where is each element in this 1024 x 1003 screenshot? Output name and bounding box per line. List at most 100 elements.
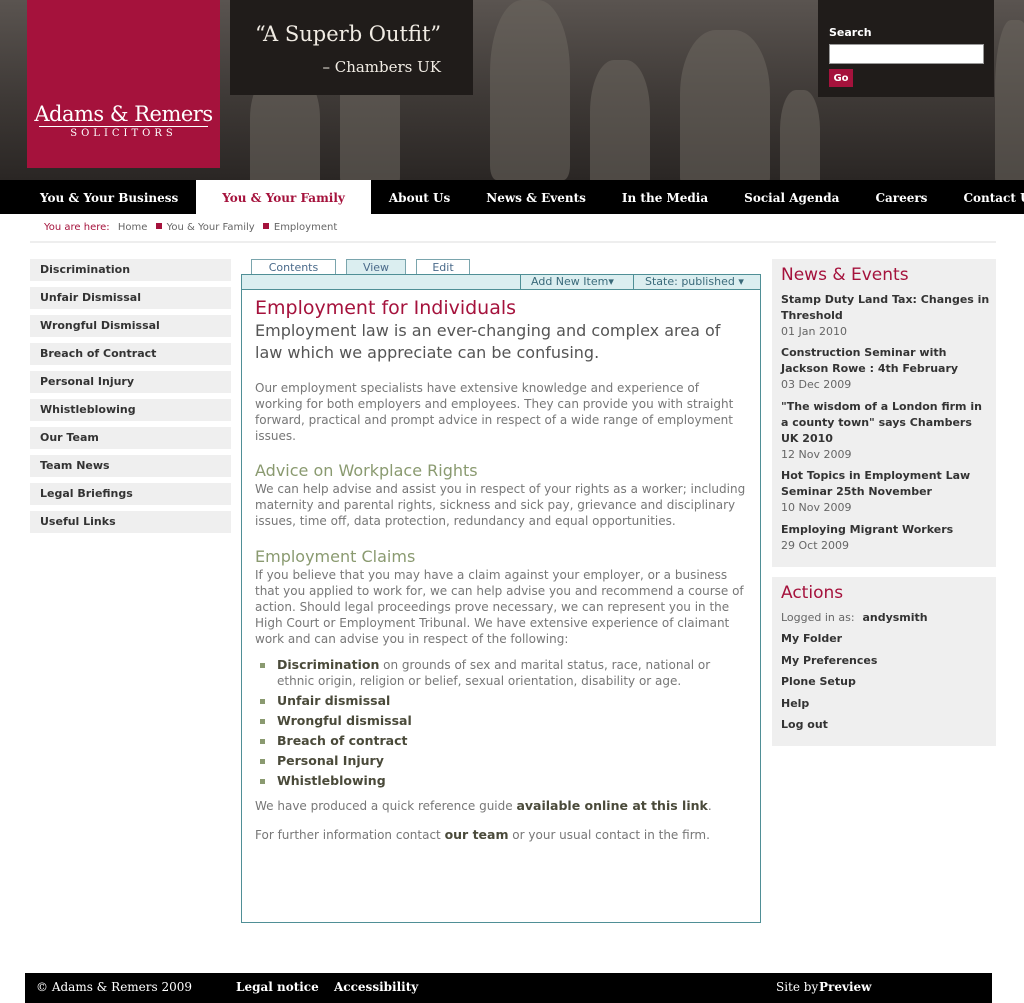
site-logo[interactable]: Adams & Remers SOLICITORS (27, 0, 220, 168)
logged-in-row: Logged in as: andysmith (781, 611, 928, 624)
breadcrumb-family[interactable]: You & Your Family (167, 222, 255, 233)
heading-advice: Advice on Workplace Rights (255, 461, 478, 480)
breadcrumb-divider (30, 241, 996, 243)
nav-careers[interactable]: Careers (857, 180, 945, 214)
background-figure (995, 20, 1024, 180)
news-heading: News & Events (781, 265, 909, 285)
news-item-title[interactable]: Hot Topics in Employment Law Seminar 25t… (781, 468, 991, 500)
actionbar-divider (633, 275, 634, 289)
leftnav-item-our-team[interactable]: Our Team (30, 427, 231, 449)
list-item-wrongful-dismissal: Wrongful dismissal (277, 713, 412, 728)
news-item-title[interactable]: Employing Migrant Workers (781, 522, 991, 538)
our-team-link[interactable]: our team (445, 827, 509, 842)
tab-contents[interactable]: Contents (251, 259, 336, 275)
list-item-breach-of-contract: Breach of contract (277, 733, 408, 748)
content-body: Employment for Individuals Employment la… (255, 297, 750, 843)
header-banner: Adams & Remers SOLICITORS “A Superb Outf… (0, 0, 1024, 180)
news-item-date: 01 Jan 2010 (781, 325, 847, 338)
footer-preview-link[interactable]: Preview (819, 980, 871, 994)
news-item[interactable]: Employing Migrant Workers 29 Oct 2009 (781, 522, 991, 553)
leftnav-item-wrongful-dismissal[interactable]: Wrongful Dismissal (30, 315, 231, 337)
intro-paragraph: Our employment specialists have extensiv… (255, 381, 734, 443)
leftnav-item-discrimination[interactable]: Discrimination (30, 259, 231, 281)
list-item: Breach of contract (260, 733, 750, 749)
leftnav-item-breach-of-contract[interactable]: Breach of Contract (30, 343, 231, 365)
breadcrumb-prefix: You are here: (44, 222, 110, 233)
state-menu[interactable]: State: published ▾ (645, 275, 744, 289)
list-item-whistleblowing: Whistleblowing (277, 773, 386, 788)
guide-text-end: . (707, 799, 712, 813)
news-item[interactable]: "The wisdom of a London firm in a county… (781, 399, 991, 462)
search-label: Search (829, 26, 872, 39)
leftnav-item-whistleblowing[interactable]: Whistleblowing (30, 399, 231, 421)
news-item-date: 12 Nov 2009 (781, 448, 852, 461)
log-out-link[interactable]: Log out (781, 718, 828, 731)
background-figure (490, 0, 570, 180)
footer-copyright: © Adams & Remers 2009 (36, 980, 193, 994)
add-new-item-menu[interactable]: Add New Item▾ (531, 275, 614, 289)
my-preferences-link[interactable]: My Preferences (781, 654, 877, 667)
search-input[interactable] (829, 44, 984, 64)
news-item-date: 03 Dec 2009 (781, 378, 852, 391)
news-item[interactable]: Stamp Duty Land Tax: Changes in Threshol… (781, 292, 991, 339)
logo-name: Adams & Remers (34, 102, 213, 126)
list-item: Unfair dismissal (260, 693, 750, 709)
claims-paragraph: If you believe that you may have a claim… (255, 568, 744, 646)
help-link[interactable]: Help (781, 697, 809, 710)
footer-legal-notice[interactable]: Legal notice (236, 980, 319, 994)
nav-you-your-family[interactable]: You & Your Family (196, 180, 371, 214)
main-nav: You & Your Business You & Your Family Ab… (0, 180, 1024, 214)
claims-list: Discrimination on grounds of sex and mar… (260, 657, 750, 789)
nav-news-events[interactable]: News & Events (468, 180, 604, 214)
logo-subtitle: SOLICITORS (70, 128, 177, 139)
news-item-date: 29 Oct 2009 (781, 539, 850, 552)
background-figure (680, 30, 770, 180)
list-item: Wrongful dismissal (260, 713, 750, 729)
nav-about-us[interactable]: About Us (371, 180, 468, 214)
plone-setup-link[interactable]: Plone Setup (781, 675, 856, 688)
breadcrumb-home[interactable]: Home (118, 222, 148, 233)
news-portlet: News & Events Stamp Duty Land Tax: Chang… (772, 259, 996, 567)
nav-social-agenda[interactable]: Social Agenda (726, 180, 857, 214)
news-item-title[interactable]: Stamp Duty Land Tax: Changes in Threshol… (781, 292, 991, 324)
leftnav-item-useful-links[interactable]: Useful Links (30, 511, 231, 533)
quote-attribution: – Chambers UK (322, 58, 441, 76)
list-item: Personal Injury (260, 753, 750, 769)
news-item[interactable]: Construction Seminar with Jackson Rowe :… (781, 345, 991, 392)
tab-view[interactable]: View (346, 259, 406, 275)
leftnav-item-legal-briefings[interactable]: Legal Briefings (30, 483, 231, 505)
leftnav-item-personal-injury[interactable]: Personal Injury (30, 371, 231, 393)
news-item-title[interactable]: Construction Seminar with Jackson Rowe :… (781, 345, 991, 377)
heading-claims: Employment Claims (255, 547, 416, 566)
footer-accessibility[interactable]: Accessibility (334, 980, 418, 994)
background-figure (780, 90, 820, 180)
news-item[interactable]: Hot Topics in Employment Law Seminar 25t… (781, 468, 991, 515)
background-figure (590, 60, 650, 180)
news-item-title[interactable]: "The wisdom of a London firm in a county… (781, 399, 991, 447)
list-item: Discrimination on grounds of sex and mar… (260, 657, 750, 689)
page-description: Employment law is an ever-changing and c… (255, 321, 721, 362)
search-go-button[interactable]: Go (829, 69, 853, 87)
contact-text-end: or your usual contact in the firm. (508, 828, 710, 842)
tab-edit[interactable]: Edit (416, 259, 470, 275)
nav-you-your-business[interactable]: You & Your Business (0, 180, 196, 214)
breadcrumb-separator (155, 223, 162, 229)
actions-heading: Actions (781, 583, 844, 603)
leftnav-item-unfair-dismissal[interactable]: Unfair Dismissal (30, 287, 231, 309)
footer: © Adams & Remers 2009 Legal notice Acces… (25, 973, 992, 1003)
my-folder-link[interactable]: My Folder (781, 632, 842, 645)
nav-in-the-media[interactable]: In the Media (604, 180, 726, 214)
nav-contact-us[interactable]: Contact Us (945, 180, 1024, 214)
leftnav-item-team-news[interactable]: Team News (30, 455, 231, 477)
logo-rule (39, 126, 208, 127)
contact-paragraph: For further information contact our team… (255, 827, 750, 843)
search-box: Search Go (818, 0, 994, 97)
breadcrumb: You are here: Home You & Your Family Emp… (44, 222, 337, 233)
list-item: Whistleblowing (260, 773, 750, 789)
content-action-bar: Add New Item▾ State: published ▾ (242, 275, 760, 290)
actionbar-divider (520, 275, 521, 289)
quote-text: “A Superb Outfit” (255, 22, 442, 46)
quote-box: “A Superb Outfit” – Chambers UK (230, 0, 473, 95)
username-link[interactable]: andysmith (862, 611, 927, 624)
guide-link[interactable]: available online at this link (516, 798, 707, 813)
